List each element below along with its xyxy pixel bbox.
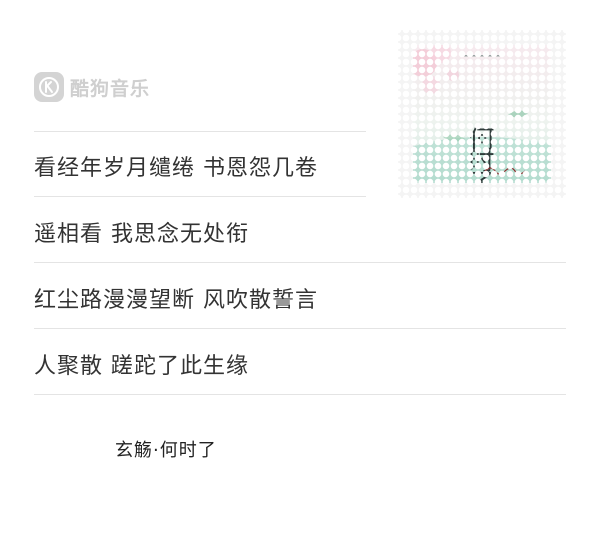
kugou-logo-icon — [34, 72, 64, 102]
song-credit: 玄觞·何时了 — [115, 440, 217, 461]
divider — [34, 394, 566, 395]
lyric-line: 红尘路漫漫望断 风吹散誓言 — [34, 288, 318, 313]
lyric-line: 看经年岁月缱绻 书恩怨几卷 — [34, 156, 318, 181]
album-cover-stamp: 何时了 — [398, 30, 566, 198]
album-cover-title: 何时了 — [464, 125, 494, 183]
divider — [34, 196, 366, 197]
brand-name: 酷狗音乐 — [70, 77, 151, 100]
lyric-line: 遥相看 我思念无处衔 — [34, 222, 249, 247]
divider — [34, 328, 566, 329]
kugou-brand-logo: 酷狗音乐 — [34, 72, 150, 102]
divider — [34, 131, 366, 132]
album-cover-art: 何时了 — [413, 45, 551, 183]
divider — [34, 262, 566, 263]
lyric-line: 人聚散 蹉跎了此生缘 — [34, 354, 249, 379]
lyric-share-card: { "brand": { "name": "酷狗音乐", "icon": "ku… — [0, 0, 600, 546]
